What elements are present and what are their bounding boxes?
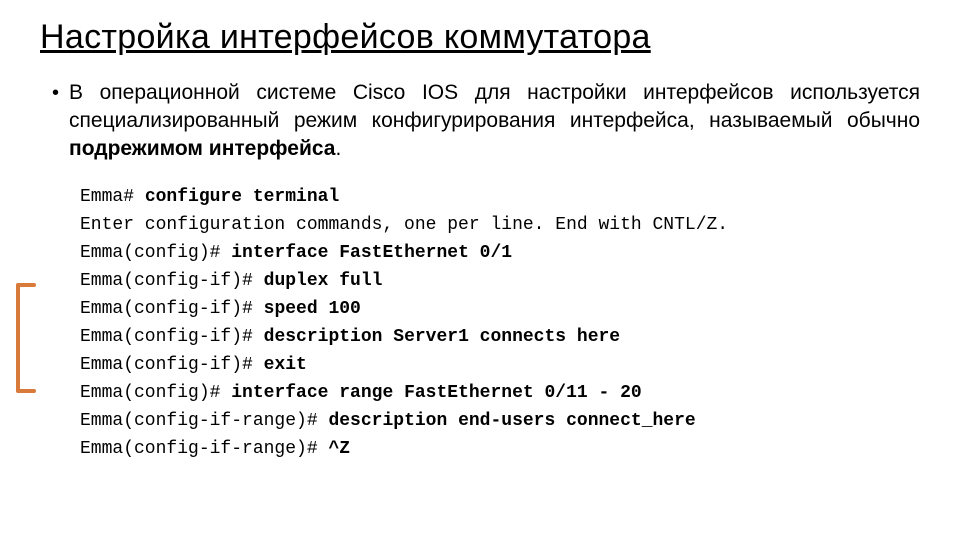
command: description Server1 connects here: [264, 327, 620, 347]
terminal-line: Emma(config-if)# description Server1 con…: [80, 323, 920, 351]
output: Enter configuration commands, one per li…: [80, 215, 728, 235]
command: configure terminal: [145, 187, 339, 207]
command: duplex full: [264, 271, 383, 291]
terminal-block: Emma# configure terminal Enter configura…: [80, 183, 920, 463]
prompt: Emma(config-if)#: [80, 299, 264, 319]
terminal-line: Emma(config)# interface range FastEthern…: [80, 379, 920, 407]
para-tail: .: [335, 137, 341, 160]
prompt: Emma(config)#: [80, 383, 231, 403]
highlight-bracket-icon: [12, 283, 40, 393]
para-lead: В операционной системе Cisco IOS для нас…: [69, 81, 920, 132]
terminal-line: Emma(config-if-range)# ^Z: [80, 435, 920, 463]
terminal-line: Emma(config-if)# exit: [80, 351, 920, 379]
command: interface range FastEthernet 0/11 - 20: [231, 383, 641, 403]
prompt: Emma(config-if-range)#: [80, 411, 328, 431]
prompt: Emma(config)#: [80, 243, 231, 263]
terminal-line: Enter configuration commands, one per li…: [80, 211, 920, 239]
terminal-line: Emma(config-if-range)# description end-u…: [80, 407, 920, 435]
command: interface FastEthernet 0/1: [231, 243, 512, 263]
terminal-line: Emma(config-if)# speed 100: [80, 295, 920, 323]
prompt: Emma(config-if-range)#: [80, 439, 328, 459]
command: description end-users connect_here: [328, 411, 695, 431]
command: ^Z: [328, 439, 350, 459]
prompt: Emma(config-if)#: [80, 327, 264, 347]
bullet-dot: •: [52, 79, 59, 107]
terminal-line: Emma(config-if)# duplex full: [80, 267, 920, 295]
para-bold: подрежимом интерфейса: [69, 137, 335, 160]
prompt: Emma(config-if)#: [80, 271, 264, 291]
paragraph-text: В операционной системе Cisco IOS для нас…: [69, 79, 920, 163]
slide-title: Настройка интерфейсов коммутатора: [40, 18, 920, 57]
terminal-line: Emma(config)# interface FastEthernet 0/1: [80, 239, 920, 267]
command: exit: [264, 355, 307, 375]
terminal-line: Emma# configure terminal: [80, 183, 920, 211]
body-paragraph: • В операционной системе Cisco IOS для н…: [52, 79, 920, 163]
prompt: Emma#: [80, 187, 145, 207]
command: speed 100: [264, 299, 361, 319]
prompt: Emma(config-if)#: [80, 355, 264, 375]
